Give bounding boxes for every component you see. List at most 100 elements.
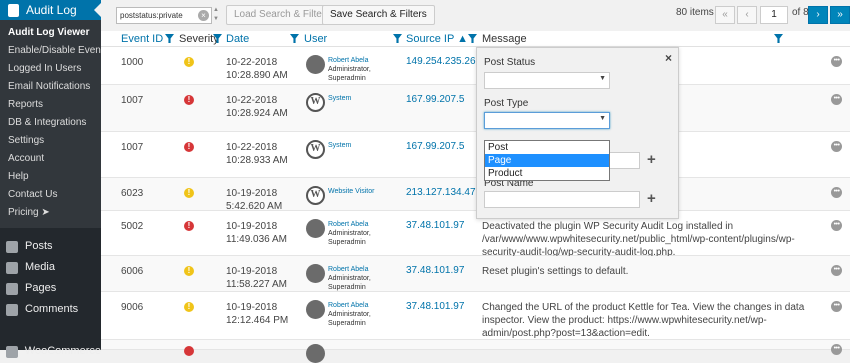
wordpress-icon	[306, 140, 325, 159]
sidebar-item-label: Posts	[25, 240, 53, 252]
option-post[interactable]: Post	[485, 141, 609, 154]
toolbar: poststatus:private × ▲ ▼ Load Search & Fi…	[101, 0, 850, 31]
close-icon[interactable]: ×	[665, 51, 672, 65]
sidebar-item-help[interactable]: Help	[0, 168, 101, 186]
event-message: Changed the URL of the product Kettle fo…	[482, 302, 805, 339]
source-ip-link[interactable]: 37.48.101.97	[406, 301, 464, 312]
clear-search-icon[interactable]: ×	[198, 10, 209, 21]
user-name: System	[328, 142, 352, 149]
sidebar-item-label: WooCommerce	[24, 345, 101, 357]
sidebar-item-pages[interactable]: Pages	[0, 278, 101, 299]
search-value: poststatus:private	[120, 11, 183, 20]
first-page-button[interactable]: «	[715, 6, 735, 24]
event-id: 9006	[121, 302, 144, 313]
sidebar-item-db-integrations[interactable]: DB & Integrations	[0, 114, 101, 132]
sidebar-item-contact-us[interactable]: Contact Us	[0, 186, 101, 204]
sidebar-item-media[interactable]: Media	[0, 257, 101, 278]
filter-message-icon[interactable]	[774, 34, 783, 43]
shield-logo-icon	[8, 3, 19, 17]
more-options-icon[interactable]: •••	[831, 301, 842, 312]
severity-warn-icon: !	[184, 266, 194, 276]
post-status-select[interactable]: ▼	[484, 72, 610, 89]
more-options-icon[interactable]: •••	[831, 56, 842, 67]
sidebar-item-audit-log-viewer[interactable]: Audit Log Viewer	[0, 24, 101, 42]
col-severity[interactable]: Severity	[179, 33, 219, 45]
woocommerce-icon	[6, 345, 18, 358]
table-row[interactable]: 6006 ! 10-19-2018 11:58.227 AM Robert Abe…	[101, 256, 850, 292]
sidebar-item-account[interactable]: Account	[0, 150, 101, 168]
sidebar-item-pricing[interactable]: Pricing ➤	[0, 204, 101, 222]
wordpress-icon	[306, 186, 325, 205]
sidebar-title: Audit Log	[26, 3, 77, 17]
search-spinner-icon[interactable]: ▲ ▼	[213, 6, 220, 25]
sidebar-item-comments[interactable]: Comments	[0, 299, 101, 320]
next-page-button[interactable]: ›	[808, 6, 828, 24]
current-menu-arrow	[94, 3, 101, 17]
sidebar-item-posts[interactable]: Posts	[0, 236, 101, 257]
post-name-input[interactable]	[484, 191, 640, 208]
sidebar-item-label: Media	[25, 261, 55, 273]
user-avatar	[306, 300, 325, 319]
pages-icon	[6, 282, 18, 295]
source-ip-link[interactable]: 37.48.101.97	[406, 220, 464, 231]
more-options-icon[interactable]: •••	[831, 141, 842, 152]
filter-event-id-icon[interactable]	[165, 34, 174, 43]
save-search-button[interactable]: Save Search & Filters	[322, 5, 435, 25]
search-input[interactable]: poststatus:private ×	[116, 7, 212, 24]
option-page[interactable]: Page	[485, 154, 609, 167]
event-id: 6006	[121, 266, 144, 277]
source-ip-link[interactable]: 213.127.134.47	[406, 187, 476, 198]
prev-page-button[interactable]: ‹	[737, 6, 757, 24]
event-date: 10-19-2018 5:42.620 AM	[226, 188, 283, 212]
filter-source-ip-icon[interactable]	[468, 34, 477, 43]
last-page-button[interactable]: »	[830, 6, 850, 24]
sidebar-item-label: Pages	[25, 282, 57, 294]
page-input[interactable]: 1	[760, 6, 788, 24]
table-row[interactable]: •••	[101, 340, 850, 363]
add-post-name-filter-icon[interactable]: +	[647, 190, 656, 207]
sidebar-item-reports[interactable]: Reports	[0, 96, 101, 114]
user-name: Robert Abela Administrator, Superadmin	[328, 57, 371, 82]
user-avatar	[306, 344, 325, 363]
post-status-label: Post Status	[484, 57, 536, 68]
user-name: Website Visitor	[328, 188, 375, 195]
main-content: poststatus:private × ▲ ▼ Load Search & Fi…	[101, 0, 850, 363]
items-count: 80 items	[676, 7, 714, 18]
sidebar-item-settings[interactable]: Settings	[0, 132, 101, 150]
table-row[interactable]: 9006 ! 10-19-2018 12:12.464 PM Robert Abe…	[101, 292, 850, 340]
sidebar-item-woocommerce[interactable]: WooCommerce	[0, 341, 101, 362]
col-user[interactable]: User	[304, 33, 327, 45]
source-ip-link[interactable]: 167.99.207.5	[406, 141, 464, 152]
post-type-select[interactable]: ▼	[484, 112, 610, 129]
event-message: Deactivated the plugin WP Security Audit…	[482, 221, 795, 258]
admin-sidebar: Audit Log Audit Log Viewer Enable/Disabl…	[0, 0, 109, 358]
more-options-icon[interactable]: •••	[831, 187, 842, 198]
post-type-label: Post Type	[484, 98, 529, 109]
source-ip-link[interactable]: 149.254.235.26	[406, 56, 476, 67]
col-date[interactable]: Date	[226, 33, 249, 45]
more-options-icon[interactable]: •••	[831, 265, 842, 276]
event-message: Reset plugin's settings to default.	[482, 266, 629, 277]
sidebar-header-audit-log[interactable]: Audit Log	[0, 0, 101, 20]
severity-crit-icon: !	[184, 221, 194, 231]
sidebar-item-enable-disable-events[interactable]: Enable/Disable Events	[0, 42, 109, 60]
sidebar-item-email-notifications[interactable]: Email Notifications	[0, 78, 101, 96]
table-header: Event ID Severity Date User Source IP ▲ …	[101, 31, 850, 47]
user-name: Robert Abela Administrator, Superadmin	[328, 302, 371, 327]
pin-icon	[6, 240, 18, 253]
more-options-icon[interactable]: •••	[831, 94, 842, 105]
add-post-type-filter-icon[interactable]: +	[647, 151, 656, 168]
severity-warn-icon: !	[184, 57, 194, 67]
sidebar-item-logged-in-users[interactable]: Logged In Users	[0, 60, 101, 78]
col-source-ip[interactable]: Source IP ▲	[406, 33, 468, 45]
chevron-down-icon: ▼	[599, 75, 606, 82]
more-options-icon[interactable]: •••	[831, 220, 842, 231]
source-ip-link[interactable]: 37.48.101.97	[406, 265, 464, 276]
col-event-id[interactable]: Event ID	[121, 33, 163, 45]
filter-popup: × Post Status ▼ Post Type ▼ + Post Name …	[476, 47, 679, 219]
filter-date-icon[interactable]	[290, 34, 299, 43]
source-ip-link[interactable]: 167.99.207.5	[406, 94, 464, 105]
option-product[interactable]: Product	[485, 167, 609, 180]
comments-icon	[6, 303, 18, 316]
filter-user-icon[interactable]	[393, 34, 402, 43]
